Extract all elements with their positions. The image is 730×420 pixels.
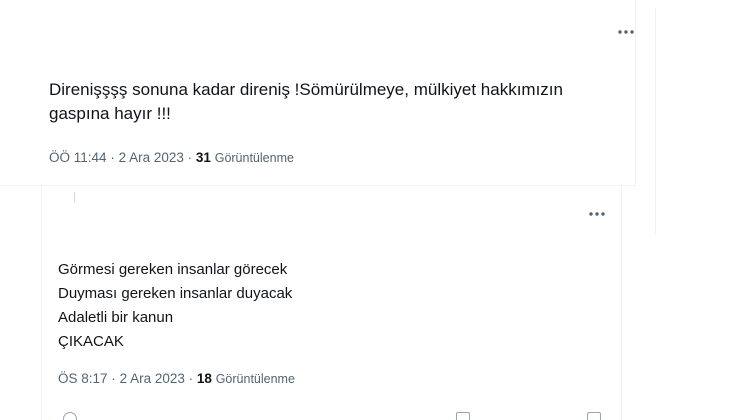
- tweet-thread-view: Direnişşşş sonuna kadar direniş !Sömürül…: [0, 0, 730, 420]
- reply-text-line: ÇIKACAK: [58, 333, 124, 350]
- reply-date-link[interactable]: 2 Ara 2023: [120, 371, 185, 386]
- meta-separator: ·: [110, 150, 115, 165]
- bookmark-action-icon[interactable]: [456, 412, 470, 420]
- reply-text-line: Duyması gereken insanlar duyacak: [58, 285, 293, 302]
- reply-action-icon[interactable]: [63, 412, 77, 420]
- column-divider: [655, 8, 656, 234]
- views-count: 31: [195, 150, 211, 165]
- meta-separator: ·: [111, 371, 116, 386]
- tweet-text: Direnişşşş sonuna kadar direniş !Sömürül…: [49, 80, 563, 123]
- tweet-more-button[interactable]: [615, 25, 637, 39]
- meta-separator: ·: [187, 150, 193, 165]
- more-horizontal-icon: [618, 30, 634, 34]
- tweet-date-link[interactable]: 2 Ara 2023: [119, 150, 184, 165]
- reply-time-link[interactable]: ÖS 8:17: [58, 371, 108, 386]
- tweet-meta: ÖÖ 11:44 · 2 Ara 2023 · 31 Görüntülenme: [49, 150, 294, 165]
- reply-views-label: Görüntülenme: [215, 372, 295, 386]
- reply-views-count: 18: [196, 371, 212, 386]
- thread-connector: [74, 192, 75, 202]
- reply-tweet-meta: ÖS 8:17 · 2 Ara 2023 · 18 Görüntülenme: [58, 371, 295, 386]
- more-horizontal-icon: [589, 212, 605, 216]
- meta-separator: ·: [188, 371, 194, 386]
- reply-tweet-text: Görmesi gereken insanlar görecek Duyması…: [58, 258, 292, 354]
- tweet-time-link[interactable]: ÖÖ 11:44: [49, 150, 107, 165]
- views-label: Görüntülenme: [214, 151, 294, 165]
- reply-text-line: Görmesi gereken insanlar görecek: [58, 261, 288, 278]
- reply-text-line: Adaletli bir kanun: [58, 309, 174, 326]
- share-action-icon[interactable]: [587, 412, 601, 420]
- reply-more-button[interactable]: [586, 207, 608, 221]
